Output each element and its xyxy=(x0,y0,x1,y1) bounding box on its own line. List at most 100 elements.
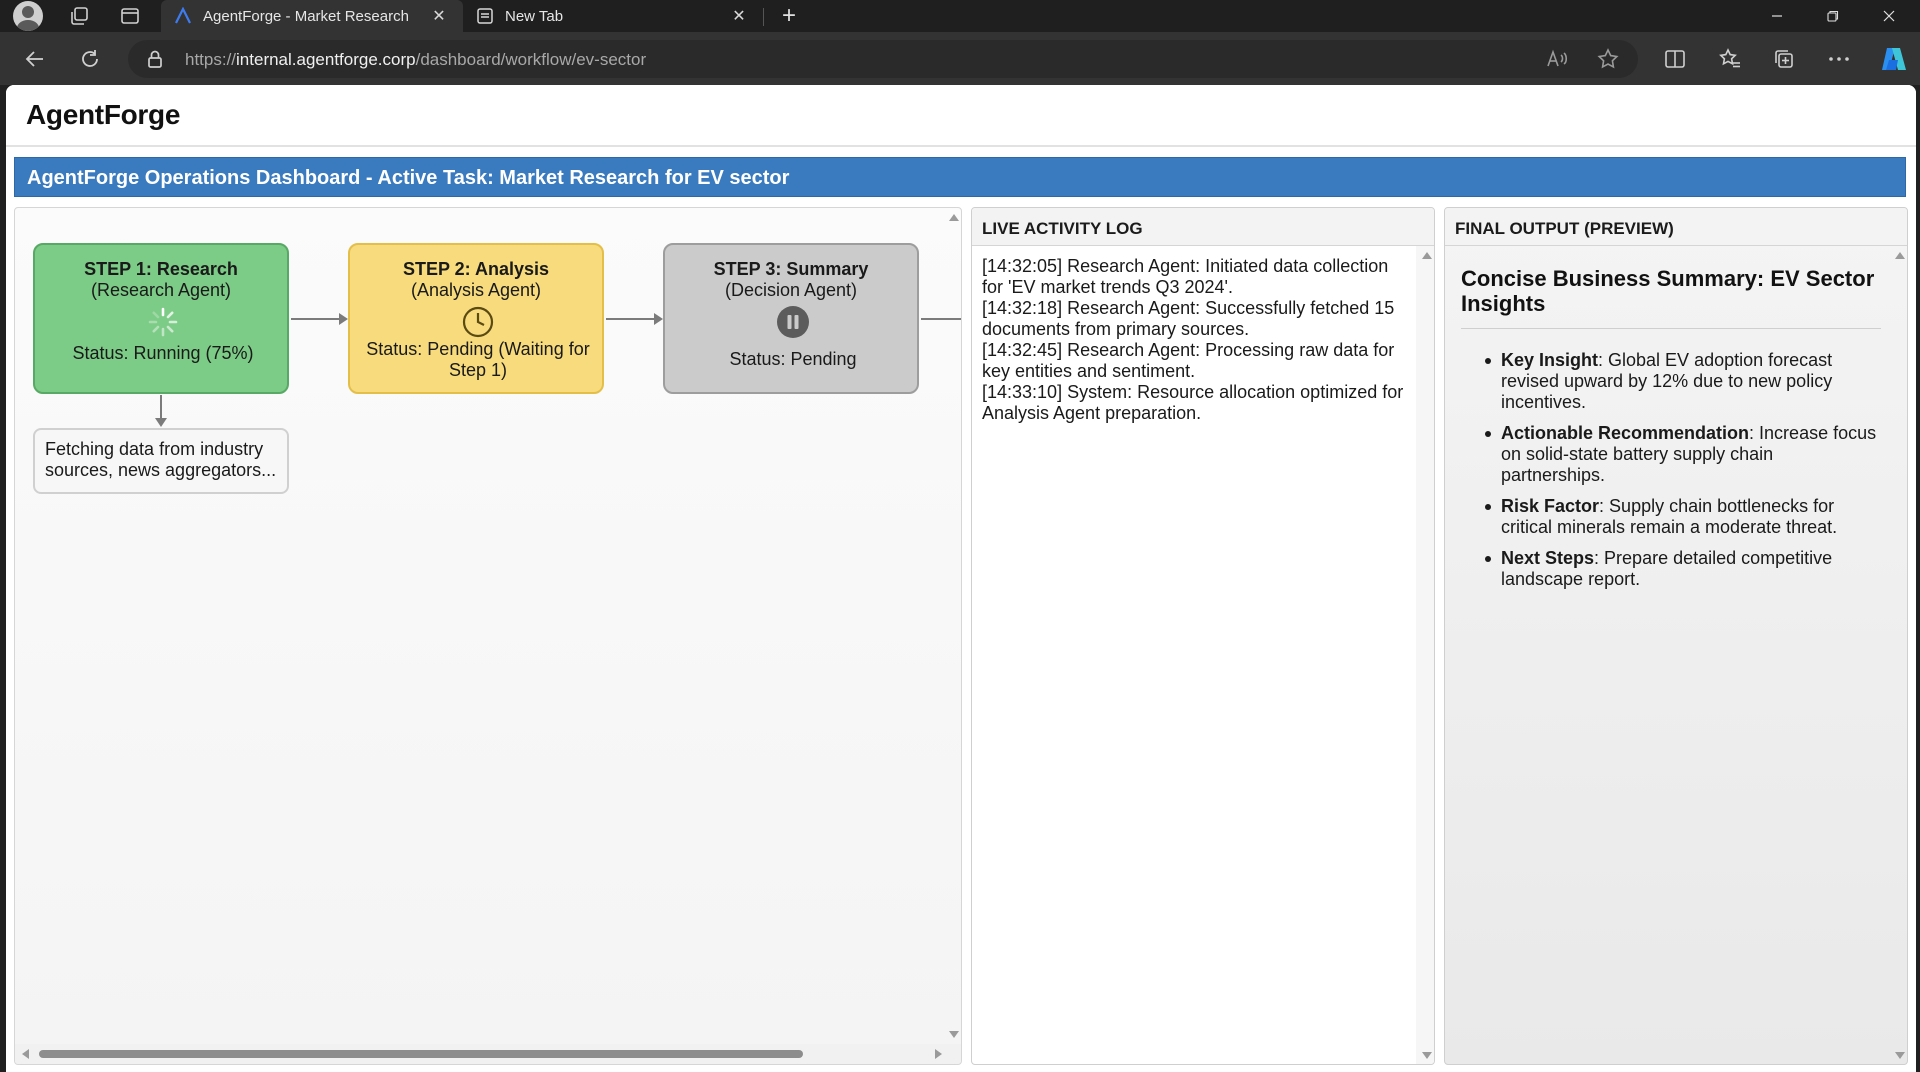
copilot-icon[interactable] xyxy=(1877,45,1909,73)
note-connector-arrow-icon xyxy=(155,418,167,427)
log-entry: [14:32:05] Research Agent: Initiated dat… xyxy=(982,256,1389,297)
app-header: AgentForge xyxy=(6,85,1916,147)
divider xyxy=(1461,328,1881,329)
tab-title: AgentForge - Market Research xyxy=(203,7,409,25)
bullet-icon xyxy=(1485,431,1491,437)
new-tab-plus-icon[interactable]: + xyxy=(776,3,802,29)
summary-heading: Concise Business Summary: EV Sector Insi… xyxy=(1461,266,1875,316)
tab-agentforge[interactable]: AgentForge - Market Research ✕ xyxy=(161,0,463,32)
horizontal-scrollbar-thumb[interactable] xyxy=(39,1050,803,1058)
vertical-scrollbar[interactable] xyxy=(1416,246,1434,1064)
url-path: /dashboard/workflow/ev-sector xyxy=(415,50,647,69)
step-status: Status: Running (75%) xyxy=(72,343,254,363)
close-window-icon[interactable] xyxy=(1862,0,1916,32)
output-summary-card: Concise Business Summary: EV Sector Insi… xyxy=(1445,246,1891,1064)
scroll-right-arrow-icon[interactable] xyxy=(935,1049,942,1059)
new-tab-page-icon xyxy=(475,6,495,26)
scroll-up-arrow-icon[interactable] xyxy=(949,214,959,221)
bullet-icon xyxy=(1485,556,1491,562)
item-label: Actionable Recommendation xyxy=(1501,423,1750,443)
collections-icon[interactable] xyxy=(1770,45,1798,73)
minimize-icon[interactable] xyxy=(1750,0,1804,32)
agentforge-favicon-icon xyxy=(173,6,193,26)
url-scheme: https:// xyxy=(185,50,237,69)
list-item: Next Steps: Prepare detailed competitive… xyxy=(1461,548,1881,590)
browser-tab-bar: AgentForge - Market Research ✕ New Tab ✕… xyxy=(0,0,1920,32)
panel-header: FINAL OUTPUT (PREVIEW) xyxy=(1445,208,1907,246)
scroll-up-arrow-icon[interactable] xyxy=(1895,252,1905,259)
app-logo[interactable]: AgentForge xyxy=(26,99,180,131)
log-entry: [14:33:10] System: Resource allocation o… xyxy=(982,382,1404,423)
step-title: STEP 2: Analysis xyxy=(402,259,550,279)
item-label: Next Steps xyxy=(1501,548,1595,568)
banner-title: AgentForge Operations Dashboard - Active… xyxy=(27,167,790,189)
panel-header: LIVE ACTIVITY LOG xyxy=(972,208,1434,246)
step-agent: (Research Agent) xyxy=(90,280,232,300)
vertical-scrollbar[interactable] xyxy=(1889,246,1907,1064)
tab-separator xyxy=(763,8,764,26)
close-tab-icon[interactable]: ✕ xyxy=(429,6,449,26)
task-banner: AgentForge Operations Dashboard - Active… xyxy=(14,157,1906,197)
close-tab-icon[interactable]: ✕ xyxy=(729,6,749,26)
connector-line xyxy=(291,318,341,320)
list-item: Key Insight: Global EV adoption forecast… xyxy=(1461,350,1881,413)
workflow-step-analysis[interactable]: STEP 2: Analysis (Analysis Agent) Status… xyxy=(348,243,604,394)
scroll-down-arrow-icon[interactable] xyxy=(1895,1052,1905,1059)
scroll-down-arrow-icon[interactable] xyxy=(1422,1052,1432,1059)
lock-icon[interactable] xyxy=(146,49,166,69)
workflow-panel: STEP 1: Research (Research Agent) Status… xyxy=(14,207,962,1065)
address-bar[interactable]: https://internal.agentforge.corp/dashboa… xyxy=(128,40,1638,78)
workspaces-icon[interactable] xyxy=(66,3,92,29)
browser-toolbar: https://internal.agentforge.corp/dashboa… xyxy=(0,32,1920,85)
bullet-icon xyxy=(1485,504,1491,510)
scroll-up-arrow-icon[interactable] xyxy=(1422,252,1432,259)
step-1-detail-text: Fetching data from industry sources, new… xyxy=(45,439,277,480)
item-label: Key Insight xyxy=(1501,350,1599,370)
restore-icon[interactable] xyxy=(1806,0,1860,32)
refresh-icon[interactable] xyxy=(76,45,104,73)
favorites-icon[interactable] xyxy=(1716,45,1744,73)
url-host: internal.agentforge.corp xyxy=(236,50,416,69)
profile-avatar-icon[interactable] xyxy=(13,1,43,31)
connector-line xyxy=(606,318,656,320)
workflow-step-research[interactable]: STEP 1: Research (Research Agent) Status… xyxy=(33,243,289,394)
final-output-panel: FINAL OUTPUT (PREVIEW) Concise Business … xyxy=(1444,207,1908,1065)
scroll-down-arrow-icon[interactable] xyxy=(949,1031,959,1038)
step-agent: (Decision Agent) xyxy=(724,280,858,300)
list-item: Actionable Recommendation: Increase focu… xyxy=(1461,423,1881,486)
workflow-step-summary[interactable]: STEP 3: Summary (Decision Agent) Status:… xyxy=(663,243,919,394)
tab-new-tab[interactable]: New Tab ✕ xyxy=(463,0,763,32)
item-label: Risk Factor xyxy=(1501,496,1600,516)
list-item: Risk Factor: Supply chain bottlenecks fo… xyxy=(1461,496,1881,538)
page-viewport: AgentForge AgentForge Operations Dashboa… xyxy=(6,85,1916,1072)
step-status: Status: Pending xyxy=(729,349,857,369)
more-options-icon[interactable] xyxy=(1825,45,1853,73)
step-status: Status: Pending (Waiting for Step 1) xyxy=(366,339,590,380)
url-text[interactable]: https://internal.agentforge.corp/dashboa… xyxy=(185,50,646,70)
step-title: STEP 3: Summary xyxy=(713,259,869,279)
step-1-detail-note: Fetching data from industry sources, new… xyxy=(33,428,289,494)
bullet-icon xyxy=(1485,358,1491,364)
log-entry: [14:32:45] Research Agent: Processing ra… xyxy=(982,340,1395,381)
spinner-icon xyxy=(146,305,180,339)
connector-arrow-icon xyxy=(339,313,348,325)
back-arrow-icon[interactable] xyxy=(21,45,49,73)
panel-title: LIVE ACTIVITY LOG xyxy=(982,219,1143,238)
split-screen-icon[interactable] xyxy=(1661,45,1689,73)
step-title: STEP 1: Research xyxy=(84,259,238,279)
live-activity-log-panel: LIVE ACTIVITY LOG [14:32:05] Research Ag… xyxy=(971,207,1435,1065)
connector-arrow-icon xyxy=(654,313,663,325)
scroll-left-arrow-icon[interactable] xyxy=(22,1049,29,1059)
log-entry: [14:32:18] Research Agent: Successfully … xyxy=(982,298,1395,339)
summary-list: Key Insight: Global EV adoption forecast… xyxy=(1461,350,1881,600)
log-entries: [14:32:05] Research Agent: Initiated dat… xyxy=(982,256,1412,424)
vertical-tabs-icon[interactable] xyxy=(117,3,143,29)
panel-title: FINAL OUTPUT (PREVIEW) xyxy=(1455,219,1674,238)
favorite-star-icon[interactable] xyxy=(1594,45,1622,73)
connector-line-continuation xyxy=(921,318,961,320)
pause-icon xyxy=(776,305,810,339)
clock-icon xyxy=(461,305,495,339)
step-agent: (Analysis Agent) xyxy=(410,280,542,300)
tab-title: New Tab xyxy=(505,7,564,25)
read-aloud-icon[interactable] xyxy=(1543,45,1571,73)
